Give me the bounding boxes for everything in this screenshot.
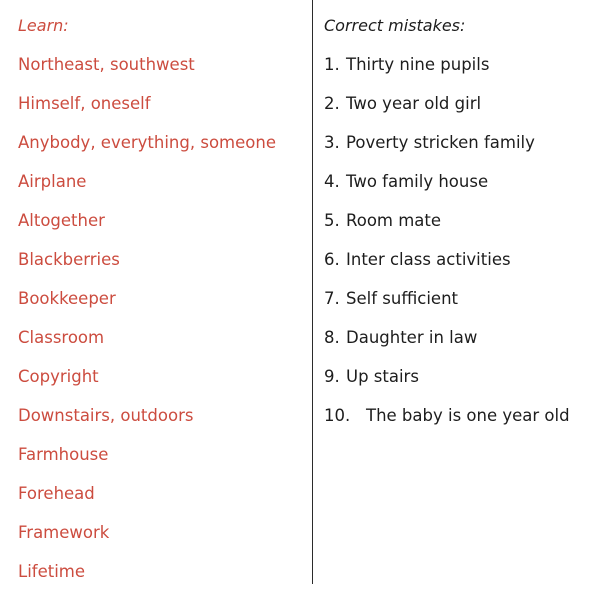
mistake-item: 2. Two year old girl — [320, 84, 585, 123]
mistake-text: Two year old girl — [346, 94, 482, 113]
learn-word-item: Blackberries — [18, 250, 120, 269]
learn-column: Learn: Northeast, southwest Himself, ones… — [0, 0, 312, 584]
mistake-text: Inter class activities — [346, 250, 511, 269]
learn-word-item: Himself, oneself — [18, 94, 151, 113]
learn-word-item: Northeast, southwest — [18, 55, 195, 74]
learn-word-item: Airplane — [18, 172, 87, 191]
mistake-text: Self sufficient — [346, 289, 459, 308]
mistake-item: 1. Thirty nine pupils — [320, 45, 585, 84]
mistake-number: 3. — [324, 133, 340, 152]
mistake-number: 5. — [324, 211, 340, 230]
learn-word-item: Farmhouse — [18, 445, 109, 464]
mistake-text: Up stairs — [346, 367, 419, 386]
mistake-text: Thirty nine pupils — [346, 55, 490, 74]
mistake-text: Room mate — [346, 211, 442, 230]
mistake-text: The baby is one year old — [366, 406, 570, 425]
mistake-number: 1. — [324, 55, 340, 74]
learn-word-item: Altogether — [18, 211, 105, 230]
mistake-number: 7. — [324, 289, 340, 308]
mistakes-column: Correct mistakes: 1. Thirty nine pupils 2.… — [313, 0, 591, 584]
mistake-number: 8. — [324, 328, 340, 347]
learn-word-list: Northeast, southwest Himself, oneself Anyb… — [18, 45, 306, 591]
mistake-text: Two family house — [346, 172, 489, 191]
mistakes-heading: Correct mistakes: — [324, 16, 466, 35]
mistakes-list: 1. Thirty nine pupils 2. Two year old girl 3… — [320, 45, 585, 435]
mistake-text: Daughter in law — [346, 328, 478, 347]
mistake-number: 6. — [324, 250, 340, 269]
learn-word-item: Lifetime — [18, 562, 86, 581]
learn-heading: Learn: — [18, 16, 69, 35]
mistake-text: Poverty stricken family — [346, 133, 535, 152]
learn-word-item: Framework — [18, 523, 110, 542]
learn-word-item: Anybody, everything, someone — [18, 133, 276, 152]
mistake-item: 4. Two family house — [320, 162, 585, 201]
learn-word-item: Copyright — [18, 367, 99, 386]
mistake-number: 2. — [324, 94, 340, 113]
mistake-item: 8. Daughter in law — [320, 318, 585, 357]
worksheet: Learn: Northeast, southwest Himself, ones… — [0, 0, 591, 584]
learn-word-item: Forehead — [18, 484, 95, 503]
learn-word-item: Downstairs, outdoors — [18, 406, 194, 425]
mistake-item: 7. Self sufficient — [320, 279, 585, 318]
mistake-number: 9. — [324, 367, 340, 386]
mistake-number: 10. — [324, 406, 351, 425]
mistake-item: 5. Room mate — [320, 201, 585, 240]
mistake-number: 4. — [324, 172, 340, 191]
learn-word-item: Bookkeeper — [18, 289, 116, 308]
mistake-item: 9. Up stairs — [320, 357, 585, 396]
mistake-item: 10. The baby is one year old — [320, 396, 585, 435]
mistake-item: 6. Inter class activities — [320, 240, 585, 279]
mistake-item: 3. Poverty stricken family — [320, 123, 585, 162]
learn-word-item: Classroom — [18, 328, 105, 347]
